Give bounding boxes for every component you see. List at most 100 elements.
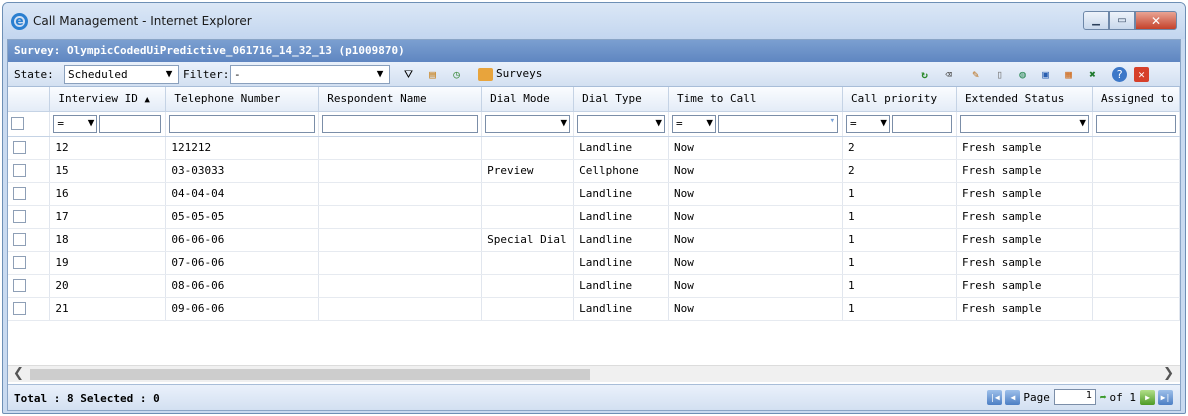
table-row[interactable]: 18 06-06-06 Special Dial Landline Now 1 Fresh …	[8, 228, 1180, 252]
close-icon[interactable]: ✕	[1135, 11, 1177, 30]
cell-name	[318, 159, 483, 183]
cell-status: Fresh sample	[956, 297, 1093, 321]
cell-name	[318, 136, 483, 160]
table-row[interactable]: 21 09-06-06 Landline Now 1 Fresh sample	[8, 297, 1180, 321]
edit-icon[interactable]: ✎	[967, 66, 984, 83]
scroll-right-icon[interactable]: ❯	[1163, 366, 1174, 381]
close-red-icon[interactable]: ✕	[1134, 67, 1149, 82]
select-all-checkbox[interactable]	[11, 117, 24, 131]
help-icon[interactable]: ?	[1112, 67, 1127, 82]
chevron-down-icon: ▼	[655, 115, 663, 129]
table-row[interactable]: 15 03-03033 Preview Cellphone Now 2 Fresh samp…	[8, 159, 1180, 183]
column-header-extended-status[interactable]: Extended Status	[956, 87, 1093, 112]
cell-dial-type: Landline	[573, 205, 670, 229]
browser-window: e Call Management - Internet Explorer ▁ …	[2, 2, 1186, 414]
of-pages-label: of 1	[1109, 390, 1137, 404]
row-checkbox[interactable]	[13, 302, 26, 316]
cell-id: 19	[49, 251, 167, 275]
state-select[interactable]: Scheduled ▼	[64, 65, 179, 84]
last-page-icon[interactable]: ▶|	[1158, 389, 1173, 405]
extended-status-filter-select[interactable]: ▼	[960, 114, 1089, 133]
table-row[interactable]: 16 04-04-04 Landline Now 1 Fresh sample	[8, 182, 1180, 206]
cell-id: 21	[49, 297, 167, 321]
column-header-assigned-to[interactable]: Assigned to	[1092, 87, 1180, 112]
survey-header: Survey: OlympicCodedUiPredictive_061716_…	[8, 40, 1180, 62]
minimize-icon[interactable]: ▁	[1083, 11, 1109, 30]
excel-icon[interactable]: ✖	[1084, 66, 1101, 83]
go-arrow-icon[interactable]: ➦	[1100, 391, 1107, 404]
assigned-to-filter-input[interactable]	[1095, 114, 1176, 133]
column-header-interview-id[interactable]: Interview ID ▲	[49, 87, 167, 112]
previous-page-icon[interactable]: ◀	[1005, 389, 1021, 405]
filter-row: = ▼ ▼ ▼ = ▼ ▾ = ▼ ▼	[8, 111, 1180, 137]
first-page-icon[interactable]: |◀	[987, 389, 1003, 405]
row-checkbox[interactable]	[13, 233, 26, 247]
respondent-filter-input[interactable]	[322, 114, 479, 133]
new-document-icon[interactable]: ▯	[991, 66, 1008, 83]
cell-phone: 08-06-06	[165, 274, 320, 298]
row-checkbox[interactable]	[13, 279, 26, 293]
time-to-call-filter-input[interactable]: ▾	[718, 114, 839, 133]
cell-phone: 03-03033	[165, 159, 320, 183]
cell-dial-type: Landline	[573, 251, 670, 275]
row-checkbox[interactable]	[13, 141, 26, 155]
filter-label: Filter:	[183, 68, 230, 81]
cell-dial-mode	[481, 136, 575, 160]
row-select-cell	[8, 159, 51, 183]
eraser-icon[interactable]: ⌫	[940, 66, 957, 83]
row-checkbox[interactable]	[13, 164, 26, 178]
row-checkbox[interactable]	[13, 256, 26, 270]
cell-dial-type: Landline	[573, 297, 670, 321]
row-checkbox[interactable]	[13, 187, 26, 201]
row-checkbox[interactable]	[13, 210, 26, 224]
cell-name	[318, 274, 483, 298]
cell-time: Now	[668, 136, 844, 160]
filter-icon[interactable]: ⛛	[400, 66, 417, 83]
restore-icon[interactable]: ▭	[1109, 11, 1135, 30]
row-select-cell	[8, 136, 51, 160]
column-header-dial-type[interactable]: Dial Type	[573, 87, 670, 112]
call-priority-operator[interactable]: = ▼	[846, 114, 891, 133]
web-icon[interactable]: ◍	[1014, 66, 1031, 83]
column-header-telephone[interactable]: Telephone Number	[165, 87, 320, 112]
row-select-cell	[8, 205, 51, 229]
schedule-icon[interactable]: ▤	[424, 66, 441, 83]
interview-id-operator[interactable]: = ▼	[53, 114, 98, 133]
horizontal-scrollbar[interactable]: ❮ ❯	[8, 365, 1180, 382]
telephone-filter-input[interactable]	[169, 114, 316, 133]
table-row[interactable]: 17 05-05-05 Landline Now 1 Fresh sample	[8, 205, 1180, 229]
table-row[interactable]: 12 121212 Landline Now 2 Fresh sample	[8, 136, 1180, 160]
column-header-respondent[interactable]: Respondent Name	[318, 87, 483, 112]
row-select-cell	[8, 297, 51, 321]
chevron-down-icon: ▼	[165, 67, 173, 80]
table-row[interactable]: 20 08-06-06 Landline Now 1 Fresh sample	[8, 274, 1180, 298]
table-row[interactable]: 19 07-06-06 Landline Now 1 Fresh sample	[8, 251, 1180, 275]
cell-id: 15	[49, 159, 167, 183]
call-priority-filter-input[interactable]	[892, 114, 953, 133]
time-to-call-operator[interactable]: = ▼	[672, 114, 717, 133]
refresh-icon[interactable]: ↻	[916, 66, 933, 83]
surveys-button[interactable]: Surveys	[478, 67, 542, 81]
monitor-icon[interactable]: ▣	[1037, 66, 1054, 83]
next-page-icon[interactable]: ▶	[1140, 389, 1155, 405]
dial-type-filter-select[interactable]: ▼	[577, 114, 666, 133]
column-header-time-to-call[interactable]: Time to Call	[668, 87, 844, 112]
interview-id-filter-input[interactable]	[99, 114, 162, 133]
column-header-call-priority[interactable]: Call priority	[842, 87, 958, 112]
scroll-left-icon[interactable]: ❮	[13, 366, 24, 381]
dial-mode-filter-select[interactable]: ▼	[485, 114, 571, 133]
surveys-label: Surveys	[496, 67, 543, 80]
scrollbar-thumb[interactable]	[30, 369, 590, 380]
cell-name	[318, 205, 483, 229]
cell-name	[318, 251, 483, 275]
row-select-cell	[8, 182, 51, 206]
export-icon[interactable]: ▦	[1060, 66, 1077, 83]
cell-priority: 2	[842, 159, 958, 183]
cell-status: Fresh sample	[956, 205, 1093, 229]
column-header-dial-mode[interactable]: Dial Mode	[481, 87, 575, 112]
clock-icon[interactable]: ◷	[448, 66, 465, 83]
page-number-input[interactable]: 1	[1053, 389, 1096, 405]
chevron-down-icon: ▼	[706, 115, 714, 129]
filter-select[interactable]: - ▼	[230, 65, 390, 84]
cell-status: Fresh sample	[956, 182, 1093, 206]
